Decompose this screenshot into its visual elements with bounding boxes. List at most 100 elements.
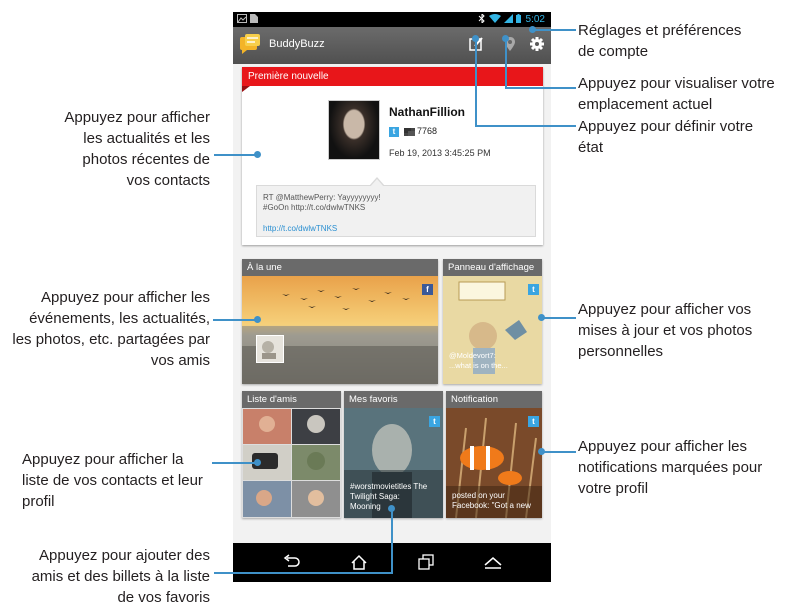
callout-location-line: Appuyez pour visualiser votre xyxy=(578,75,775,92)
callout-dot-news xyxy=(254,151,261,158)
callout-location-line: emplacement actuel xyxy=(578,96,713,113)
callout-updates-line: mises à jour et vos photos xyxy=(578,322,753,339)
callout-dot-notifications xyxy=(538,448,545,455)
callout-friends-line: liste de vos contacts et leur xyxy=(22,472,203,489)
tile-panneau-caption: @Moldevort7: ...what is on the... xyxy=(449,351,508,370)
callout-dot-location xyxy=(502,35,509,42)
screenshot-notification-icon xyxy=(237,14,247,23)
callout-settings: Réglages et préférences de compte xyxy=(578,20,741,62)
tweet-box: RT @MatthewPerry: Yayyyyyyyy! #GoOn http… xyxy=(256,177,536,237)
callout-events-line: vos amis xyxy=(150,352,210,369)
callout-favorites-line: amis et des billets à la liste xyxy=(31,568,210,585)
callout-events-line: événements, les actualités, xyxy=(29,310,210,327)
menu-up-icon[interactable] xyxy=(484,554,502,570)
top-news-card[interactable]: Première nouvelle NathanFillion t 7768 F… xyxy=(242,67,543,245)
facebook-icon: f xyxy=(422,284,433,295)
callout-dot-settings xyxy=(529,26,536,33)
tile-panneau-affichage[interactable]: Panneau d'affichage t @Moldevort7: ...wh… xyxy=(443,259,542,384)
top-news-header: Première nouvelle xyxy=(242,67,543,92)
battery-icon xyxy=(516,14,521,23)
twitter-icon: t xyxy=(389,127,399,137)
home-icon[interactable] xyxy=(350,554,368,570)
callout-news: Appuyez pour afficher les actualités et … xyxy=(64,107,210,191)
gear-icon[interactable] xyxy=(529,36,545,52)
callout-line-location-h xyxy=(505,87,576,89)
tablet-screen: 5:02 BuddyBuzz Première nouvelle NathanF… xyxy=(233,12,551,582)
callout-line-location-v xyxy=(505,38,507,88)
callout-notifications-line: Appuyez pour afficher les xyxy=(578,438,747,455)
callout-line-favorites-v xyxy=(391,508,393,573)
callout-line-updates xyxy=(541,317,576,319)
callout-status-line: état xyxy=(578,139,604,156)
tile-mes-favoris-header: Mes favoris xyxy=(344,391,443,408)
tile-a-la-une[interactable]: À la une f xyxy=(242,259,438,384)
callout-settings-line: de compte xyxy=(578,43,649,60)
callout-news-line: photos récentes de xyxy=(82,151,210,168)
callout-favorites-line: Appuyez pour ajouter des xyxy=(39,547,210,564)
wifi-icon xyxy=(489,14,501,23)
callout-updates-line: Appuyez pour afficher vos xyxy=(578,301,752,318)
buddybuzz-app-icon xyxy=(240,34,260,54)
callout-line-favorites-h xyxy=(214,572,393,574)
callout-events-line: Appuyez pour afficher les xyxy=(41,289,210,306)
app-title: BuddyBuzz xyxy=(269,38,325,50)
followers-icon xyxy=(404,128,415,136)
callout-friends: Appuyez pour afficher la liste de vos co… xyxy=(22,449,203,512)
callout-dot-friends xyxy=(254,459,261,466)
tile-notification[interactable]: Notification t posted on your Facebook: … xyxy=(446,391,542,518)
status-bar: 5:02 xyxy=(233,12,551,27)
callout-friends-line: profil xyxy=(22,493,55,510)
callout-favorites-line: de vos favoris xyxy=(117,589,210,606)
callout-status-line: Appuyez pour définir votre xyxy=(578,118,754,135)
callout-favorites: Appuyez pour ajouter des amis et des bil… xyxy=(32,545,210,608)
callout-notifications-line: notifications marquées pour xyxy=(578,459,763,476)
action-bar: BuddyBuzz xyxy=(233,27,551,64)
back-icon[interactable] xyxy=(283,554,301,570)
callout-dot-status xyxy=(472,35,479,42)
user-avatar xyxy=(328,100,380,160)
callout-line-events xyxy=(213,319,258,321)
callout-news-line: vos contacts xyxy=(126,172,210,189)
tile-liste-amis[interactable]: Liste d'amis xyxy=(242,391,341,518)
callout-settings-line: Réglages et préférences xyxy=(578,22,742,39)
twitter-icon: t xyxy=(528,416,539,427)
callout-updates-line: personnelles xyxy=(578,343,664,360)
tweet-link[interactable]: http://t.co/dwlwTNKS xyxy=(263,224,337,233)
signal-icon xyxy=(504,14,513,23)
tile-a-la-une-header: À la une xyxy=(242,259,438,276)
followers-count: 7768 xyxy=(417,126,438,136)
callout-friends-line: Appuyez pour afficher la xyxy=(22,451,184,468)
tile-panneau-header: Panneau d'affichage xyxy=(443,259,542,276)
callout-line-status-v xyxy=(475,38,477,126)
tweet-text: RT @MatthewPerry: Yayyyyyyyy! #GoOn http… xyxy=(263,193,381,212)
callout-news-line: les actualités et les xyxy=(83,130,210,147)
callout-news-line: Appuyez pour afficher xyxy=(64,109,210,126)
callout-events: Appuyez pour afficher les événements, le… xyxy=(12,287,210,371)
callout-notifications-line: votre profil xyxy=(578,480,649,497)
status-time: 5:02 xyxy=(525,14,545,25)
friend-thumbnail xyxy=(256,335,284,363)
post-timestamp: Feb 19, 2013 3:45:25 PM xyxy=(389,148,491,158)
user-name: NathanFillion xyxy=(389,105,465,119)
callout-updates: Appuyez pour afficher vos mises à jour e… xyxy=(578,299,752,362)
tile-liste-amis-header: Liste d'amis xyxy=(242,391,341,408)
callout-line-settings xyxy=(532,29,576,31)
tile-mes-favoris[interactable]: Mes favoris t #worstmovietitles The Twil… xyxy=(344,391,443,518)
tile-notification-caption: posted on your Facebook: "Got a new xyxy=(452,491,531,510)
callout-notifications: Appuyez pour afficher les notifications … xyxy=(578,436,762,499)
file-notification-icon xyxy=(250,14,258,23)
callout-line-news xyxy=(214,154,258,156)
callout-dot-updates xyxy=(538,314,545,321)
callout-line-notifications xyxy=(541,451,576,453)
callout-line-status-h xyxy=(475,125,576,127)
sunset-photo xyxy=(242,276,438,384)
recent-apps-icon[interactable] xyxy=(417,554,435,570)
callout-location: Appuyez pour visualiser votre emplacemen… xyxy=(578,73,775,115)
callout-dot-events xyxy=(254,316,261,323)
tile-notification-header: Notification xyxy=(446,391,542,408)
callout-line-friends xyxy=(212,462,258,464)
bluetooth-icon xyxy=(478,14,485,23)
twitter-icon: t xyxy=(528,284,539,295)
callout-events-line: les photos, etc. partagées par xyxy=(12,331,210,348)
twitter-icon: t xyxy=(429,416,440,427)
